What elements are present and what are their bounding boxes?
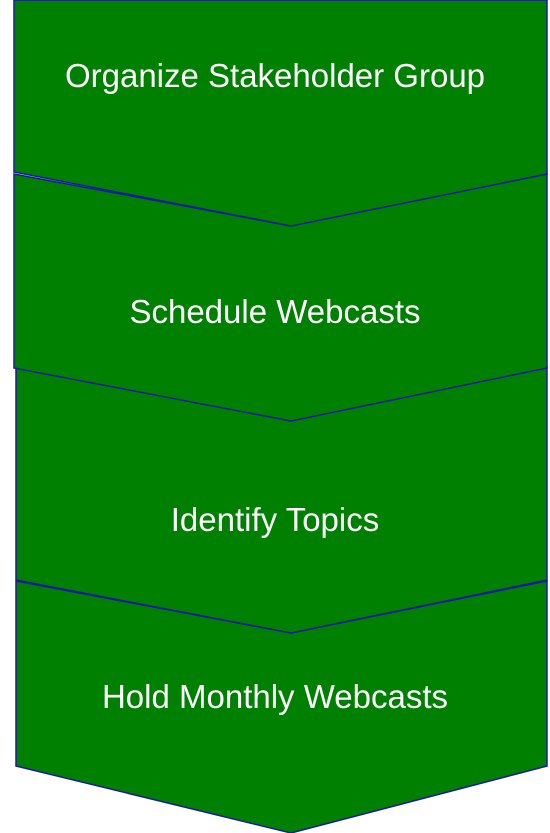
step-3-label: Identify Topics [170, 501, 380, 538]
step-1-label: Organize Stakeholder Group [64, 57, 486, 94]
step-2-label: Schedule Webcasts [129, 293, 421, 330]
step-4-label: Hold Monthly Webcasts [101, 678, 449, 715]
